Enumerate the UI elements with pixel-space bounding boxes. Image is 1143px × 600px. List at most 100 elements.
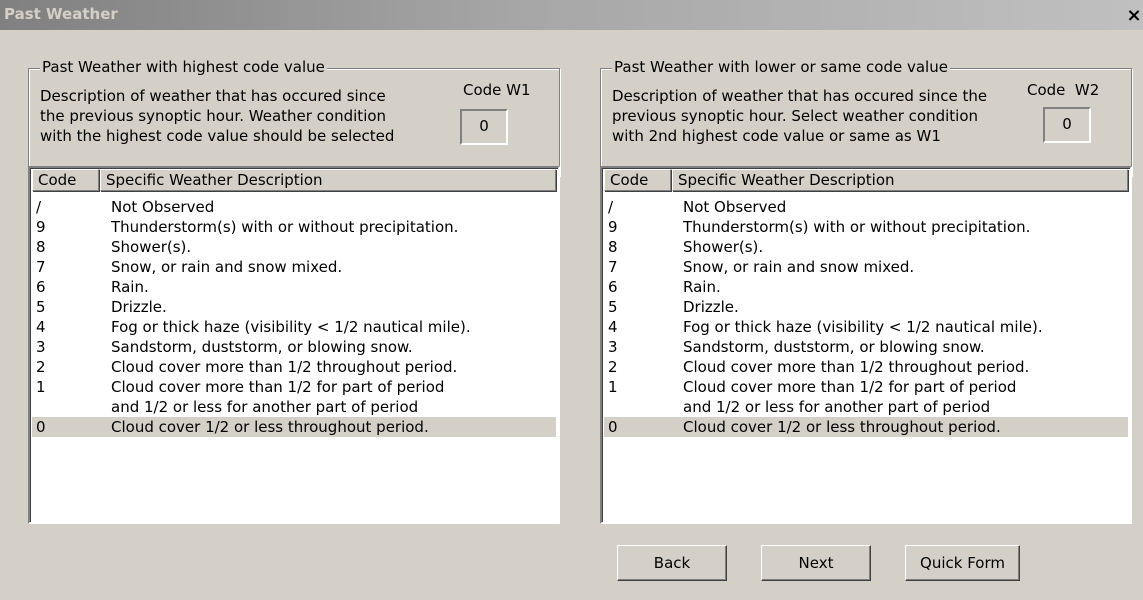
list-item-code: 8 (36, 238, 46, 256)
list-item-code: 0 (608, 418, 618, 436)
list-item[interactable]: 5 Drizzle. (604, 297, 1128, 317)
list-item-description: Cloud cover more than 1/2 for part of pe… (111, 377, 551, 417)
list-item-code: 9 (36, 218, 46, 236)
w2-description-line: previous synoptic hour. Select weather c… (612, 107, 979, 125)
w1-weather-list[interactable]: Code Specific Weather Description / Not O… (28, 166, 560, 524)
list-item-description-line: and 1/2 or less for another part of peri… (111, 398, 419, 416)
list-item-description: Drizzle. (683, 298, 739, 316)
list-item[interactable]: / Not Observed (604, 197, 1128, 217)
window-title: Past Weather (4, 5, 118, 23)
w2-code-label: Code W2 (1027, 81, 1100, 99)
list-item[interactable]: 3 Sandstorm, duststorm, or blowing snow. (32, 337, 556, 357)
list-item-code: 3 (608, 338, 618, 356)
list-item-code: 7 (608, 258, 618, 276)
w1-column-header-description[interactable]: Specific Weather Description (100, 169, 556, 191)
w1-description-line: with the highest code value should be se… (40, 127, 395, 145)
w2-code-field[interactable]: 0 (1043, 107, 1091, 143)
list-item-description: Fog or thick haze (visibility < 1/2 naut… (111, 318, 471, 336)
w2-list-rows: / Not Observed 9 Thunderstorm(s) with or wi… (604, 197, 1128, 437)
list-item-description-line: Cloud cover more than 1/2 for part of pe… (683, 378, 1017, 396)
list-item[interactable]: 8 Shower(s). (604, 237, 1128, 257)
list-item-code: 6 (36, 278, 46, 296)
w1-code-field[interactable]: 0 (460, 109, 508, 145)
list-item[interactable]: 6 Rain. (32, 277, 556, 297)
list-item-code: 2 (36, 358, 46, 376)
close-icon[interactable]: × (1125, 6, 1143, 26)
list-item-code: 7 (36, 258, 46, 276)
list-item[interactable]: 2 Cloud cover more than 1/2 throughout pe… (604, 357, 1128, 377)
list-item-description: Sandstorm, duststorm, or blowing snow. (683, 338, 985, 356)
w1-list-rows: / Not Observed 9 Thunderstorm(s) with or wi… (32, 197, 556, 437)
list-item-description: Cloud cover 1/2 or less throughout perio… (111, 418, 429, 436)
list-item-description: Snow, or rain and snow mixed. (111, 258, 343, 276)
list-item-code: 1 (608, 378, 618, 396)
list-item-description: Sandstorm, duststorm, or blowing snow. (111, 338, 413, 356)
list-item-code: 3 (36, 338, 46, 356)
w2-column-header-description[interactable]: Specific Weather Description (672, 169, 1128, 191)
list-item-description-line: Cloud cover more than 1/2 for part of pe… (111, 378, 445, 396)
list-item-code: 1 (36, 378, 46, 396)
w2-weather-list[interactable]: Code Specific Weather Description / Not O… (600, 166, 1132, 524)
w2-column-header-code[interactable]: Code (604, 169, 671, 191)
list-item-description-line: and 1/2 or less for another part of peri… (683, 398, 991, 416)
title-bar[interactable]: Past Weather × (0, 0, 1143, 30)
w2-list-header: Code Specific Weather Description (604, 169, 1128, 191)
list-item[interactable]: 4 Fog or thick haze (visibility < 1/2 nau… (32, 317, 556, 337)
list-item-description: Thunderstorm(s) with or without precipit… (683, 218, 1031, 236)
list-item[interactable]: 6 Rain. (604, 277, 1128, 297)
list-item-description: Not Observed (111, 198, 215, 216)
list-item[interactable]: 1 Cloud cover more than 1/2 for part of p… (32, 377, 556, 417)
w1-list-header: Code Specific Weather Description (32, 169, 556, 191)
w1-column-header-code[interactable]: Code (32, 169, 99, 191)
next-button[interactable]: Next (761, 545, 871, 581)
list-item-description: Shower(s). (683, 238, 764, 256)
list-item-description: Drizzle. (111, 298, 167, 316)
list-item-description: Snow, or rain and snow mixed. (683, 258, 915, 276)
list-item[interactable]: / Not Observed (32, 197, 556, 217)
list-item[interactable]: 7 Snow, or rain and snow mixed. (604, 257, 1128, 277)
list-item-code: / (608, 198, 614, 216)
w2-description-line: Description of weather that has occured … (612, 87, 988, 105)
list-item[interactable]: 1 Cloud cover more than 1/2 for part of p… (604, 377, 1128, 417)
list-item-description: Rain. (111, 278, 149, 296)
back-button[interactable]: Back (617, 545, 727, 581)
list-item[interactable]: 2 Cloud cover more than 1/2 throughout pe… (32, 357, 556, 377)
list-item-code: / (36, 198, 42, 216)
list-item-code: 9 (608, 218, 618, 236)
w1-group-legend: Past Weather with highest code value (40, 58, 327, 76)
list-item[interactable]: 9 Thunderstorm(s) with or without precipi… (604, 217, 1128, 237)
list-item-code: 0 (36, 418, 46, 436)
list-item[interactable]: 0 Cloud cover 1/2 or less throughout peri… (604, 417, 1128, 437)
w1-description-line: Description of weather that has occured … (40, 87, 386, 105)
list-item-code: 4 (36, 318, 46, 336)
w2-group-legend: Past Weather with lower or same code val… (612, 58, 950, 76)
list-item-description: Cloud cover 1/2 or less throughout perio… (683, 418, 1001, 436)
list-item-description: Cloud cover more than 1/2 throughout per… (683, 358, 1030, 376)
list-item[interactable]: 4 Fog or thick haze (visibility < 1/2 nau… (604, 317, 1128, 337)
list-item-code: 2 (608, 358, 618, 376)
list-item-code: 5 (36, 298, 46, 316)
list-item[interactable]: 9 Thunderstorm(s) with or without precipi… (32, 217, 556, 237)
w2-description: Description of weather that has occured … (612, 86, 987, 146)
list-item-description: Fog or thick haze (visibility < 1/2 naut… (683, 318, 1043, 336)
list-item-description: Thunderstorm(s) with or without precipit… (111, 218, 459, 236)
list-item-code: 6 (608, 278, 618, 296)
list-item-description: Cloud cover more than 1/2 for part of pe… (683, 377, 1123, 417)
list-item[interactable]: 0 Cloud cover 1/2 or less throughout peri… (32, 417, 556, 437)
list-item-code: 8 (608, 238, 618, 256)
w1-description-line: the previous synoptic hour. Weather cond… (40, 107, 387, 125)
list-item[interactable]: 3 Sandstorm, duststorm, or blowing snow. (604, 337, 1128, 357)
list-item[interactable]: 7 Snow, or rain and snow mixed. (32, 257, 556, 277)
list-item-description: Not Observed (683, 198, 787, 216)
list-item-description: Cloud cover more than 1/2 throughout per… (111, 358, 458, 376)
list-item[interactable]: 5 Drizzle. (32, 297, 556, 317)
w1-code-label: Code W1 (463, 81, 531, 99)
quick-form-button[interactable]: Quick Form (905, 545, 1020, 581)
list-item-code: 4 (608, 318, 618, 336)
list-item[interactable]: 8 Shower(s). (32, 237, 556, 257)
list-item-code: 5 (608, 298, 618, 316)
w2-description-line: with 2nd highest code value or same as W… (612, 127, 941, 145)
list-item-description: Rain. (683, 278, 721, 296)
list-item-description: Shower(s). (111, 238, 192, 256)
w1-description: Description of weather that has occured … (40, 86, 394, 146)
